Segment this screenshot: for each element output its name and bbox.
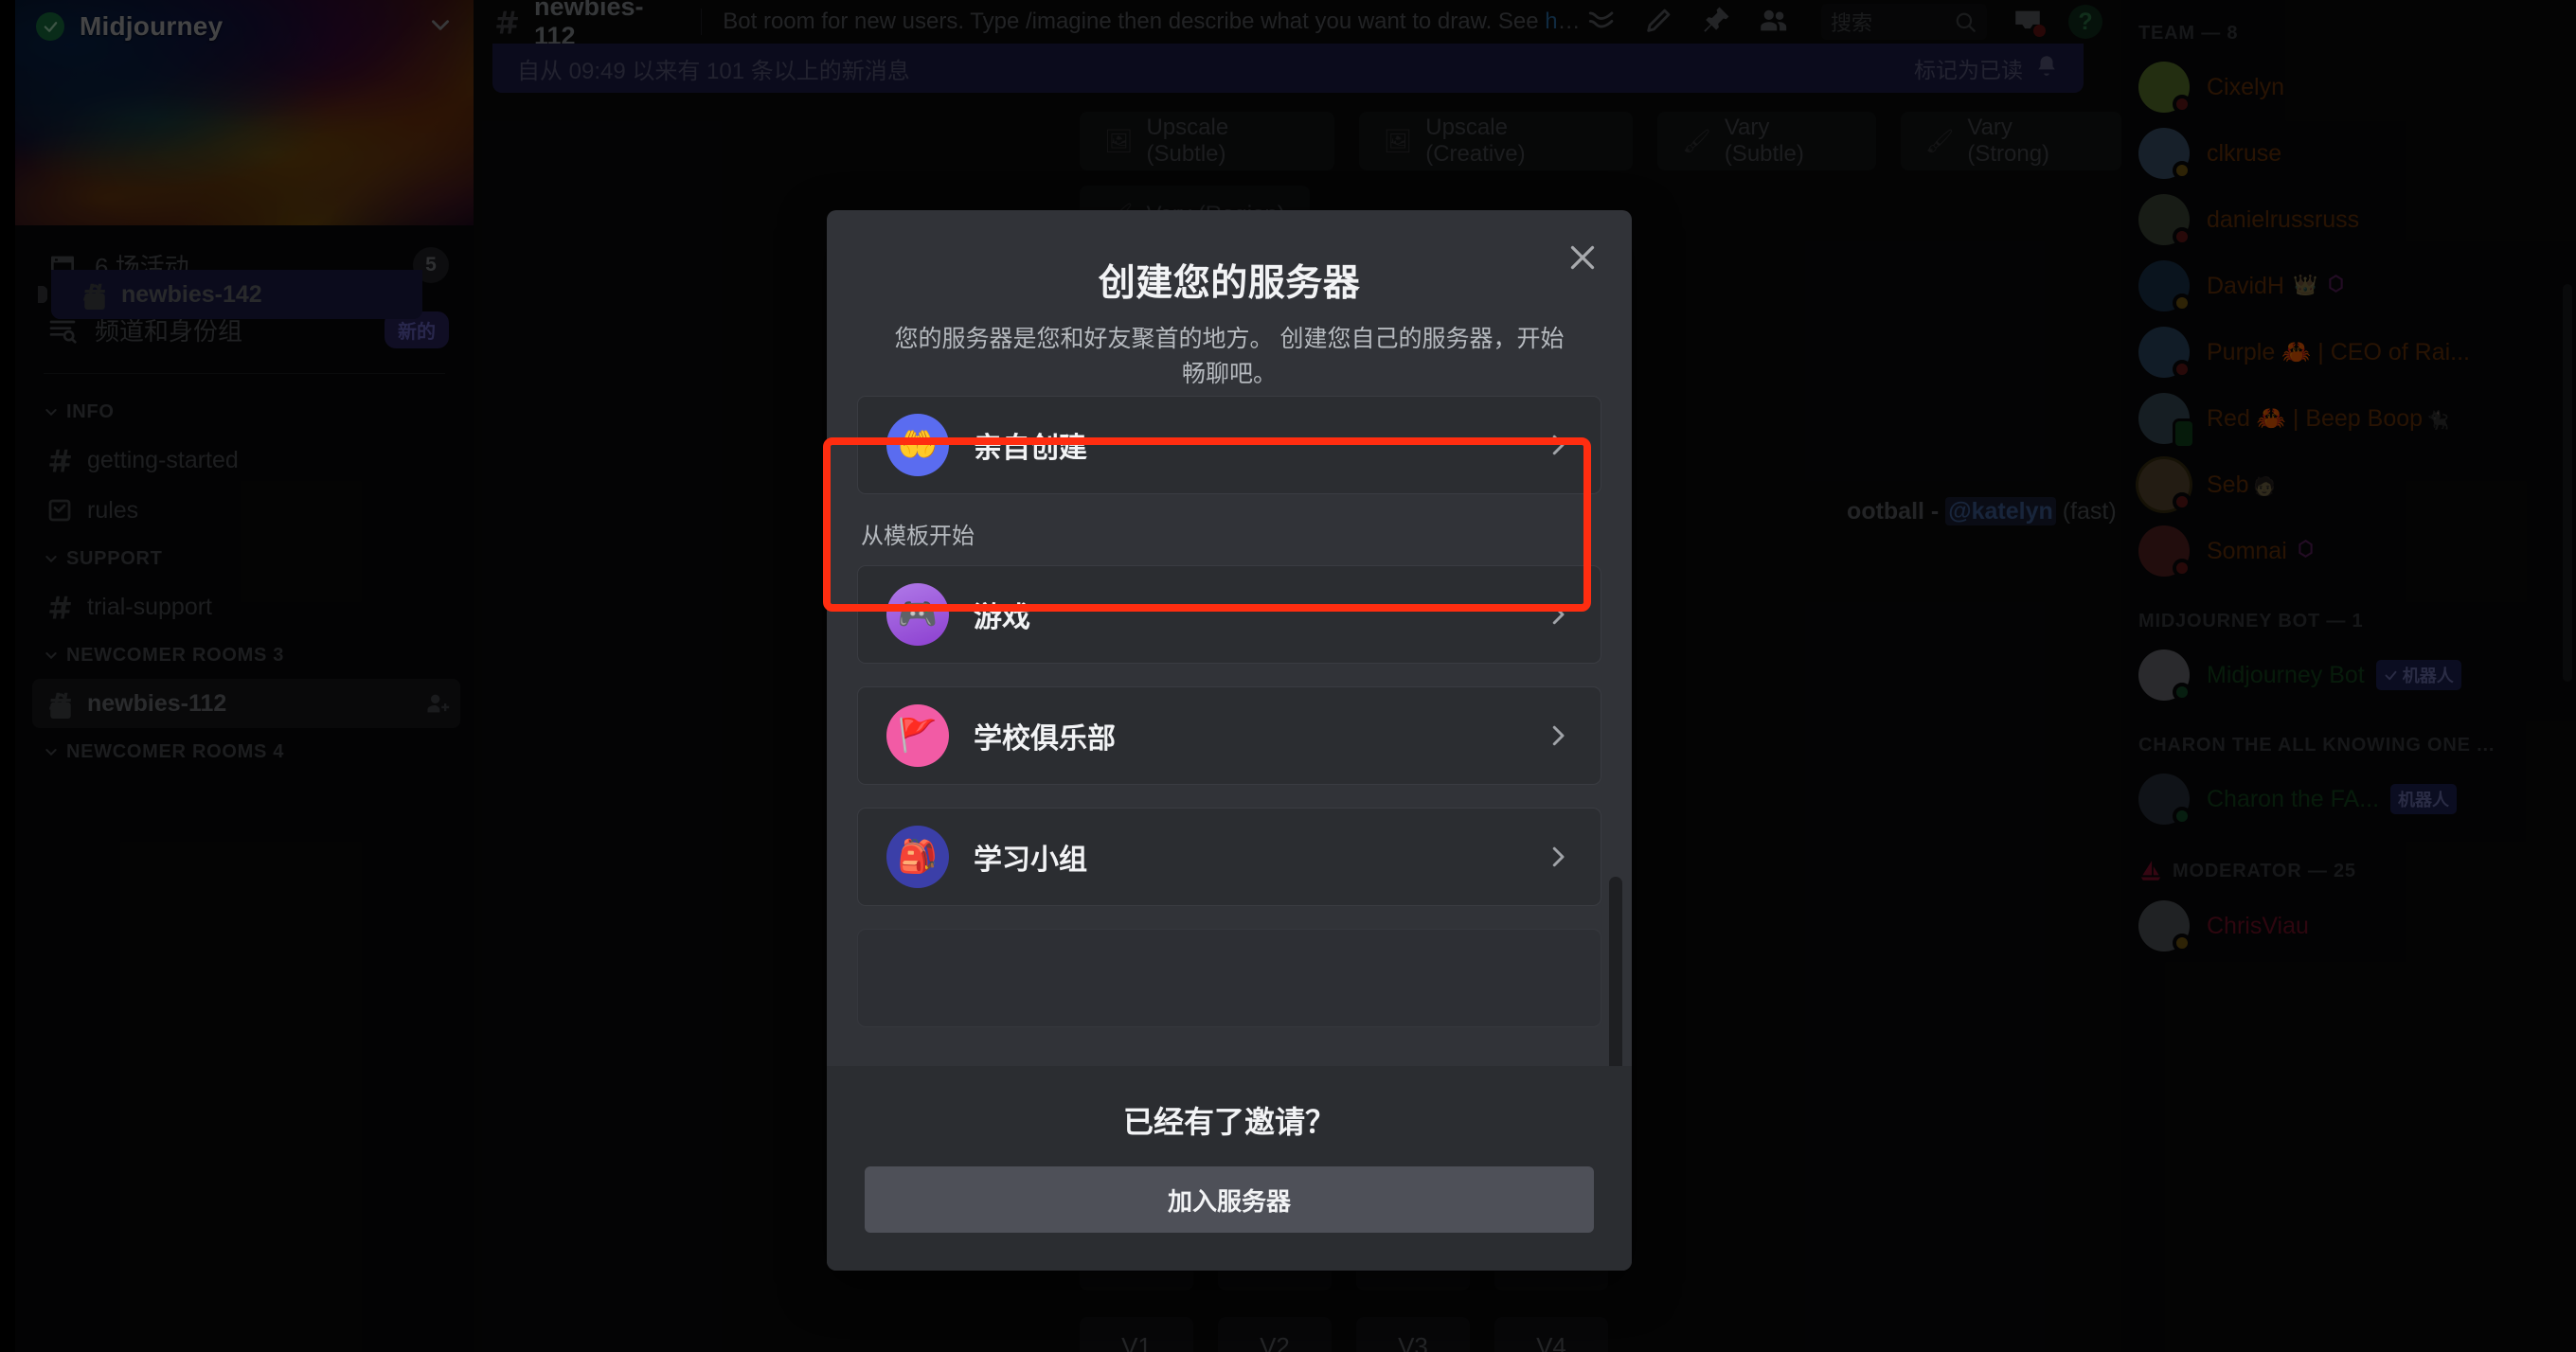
modal-title: 创建您的服务器 — [1098, 263, 1361, 304]
template-option-school-club[interactable]: 🚩 学校俱乐部 — [857, 686, 1601, 785]
modal-footer: 已经有了邀请？ 加入服务器 — [827, 1066, 1632, 1271]
create-own-option[interactable]: 🤲 亲自创建 — [857, 396, 1601, 494]
close-icon[interactable] — [1562, 237, 1603, 278]
template-option-study-group[interactable]: 🎒 学习小组 — [857, 808, 1601, 906]
discord-app-window: Midjourney 6 场活动 5 频道和身份组 新的 — [0, 0, 2576, 1352]
create-own-icon: 🤲 — [886, 414, 949, 476]
school-club-icon: 🚩 — [886, 704, 949, 767]
template-label: 学校俱乐部 — [974, 723, 1116, 755]
study-group-icon: 🎒 — [886, 826, 949, 888]
join-server-button[interactable]: 加入服务器 — [865, 1166, 1594, 1233]
template-section-label: 从模板开始 — [861, 524, 975, 549]
create-server-modal: 创建您的服务器 您的服务器是您和好友聚首的地方。 创建您自己的服务器，开始畅聊吧… — [827, 210, 1632, 1271]
chevron-right-icon — [1544, 721, 1572, 750]
modal-body[interactable]: 🤲 亲自创建 从模板开始 🎮 游戏 🚩 学校俱乐部 🎒 学习小组 — [827, 375, 1632, 1066]
create-own-label: 亲自创建 — [974, 433, 1087, 464]
template-label: 游戏 — [974, 602, 1030, 633]
invite-prompt-title: 已经有了邀请？ — [1122, 1105, 1335, 1139]
chevron-right-icon — [1544, 843, 1572, 871]
chevron-right-icon — [1544, 600, 1572, 629]
template-label: 学习小组 — [974, 845, 1087, 876]
template-option-gaming[interactable]: 🎮 游戏 — [857, 565, 1601, 664]
template-option-more[interactable] — [857, 929, 1601, 1027]
gaming-icon: 🎮 — [886, 583, 949, 646]
chevron-right-icon — [1544, 431, 1572, 459]
modal-header: 创建您的服务器 您的服务器是您和好友聚首的地方。 创建您自己的服务器，开始畅聊吧… — [827, 210, 1632, 392]
modal-scrollbar[interactable] — [1609, 877, 1622, 1066]
